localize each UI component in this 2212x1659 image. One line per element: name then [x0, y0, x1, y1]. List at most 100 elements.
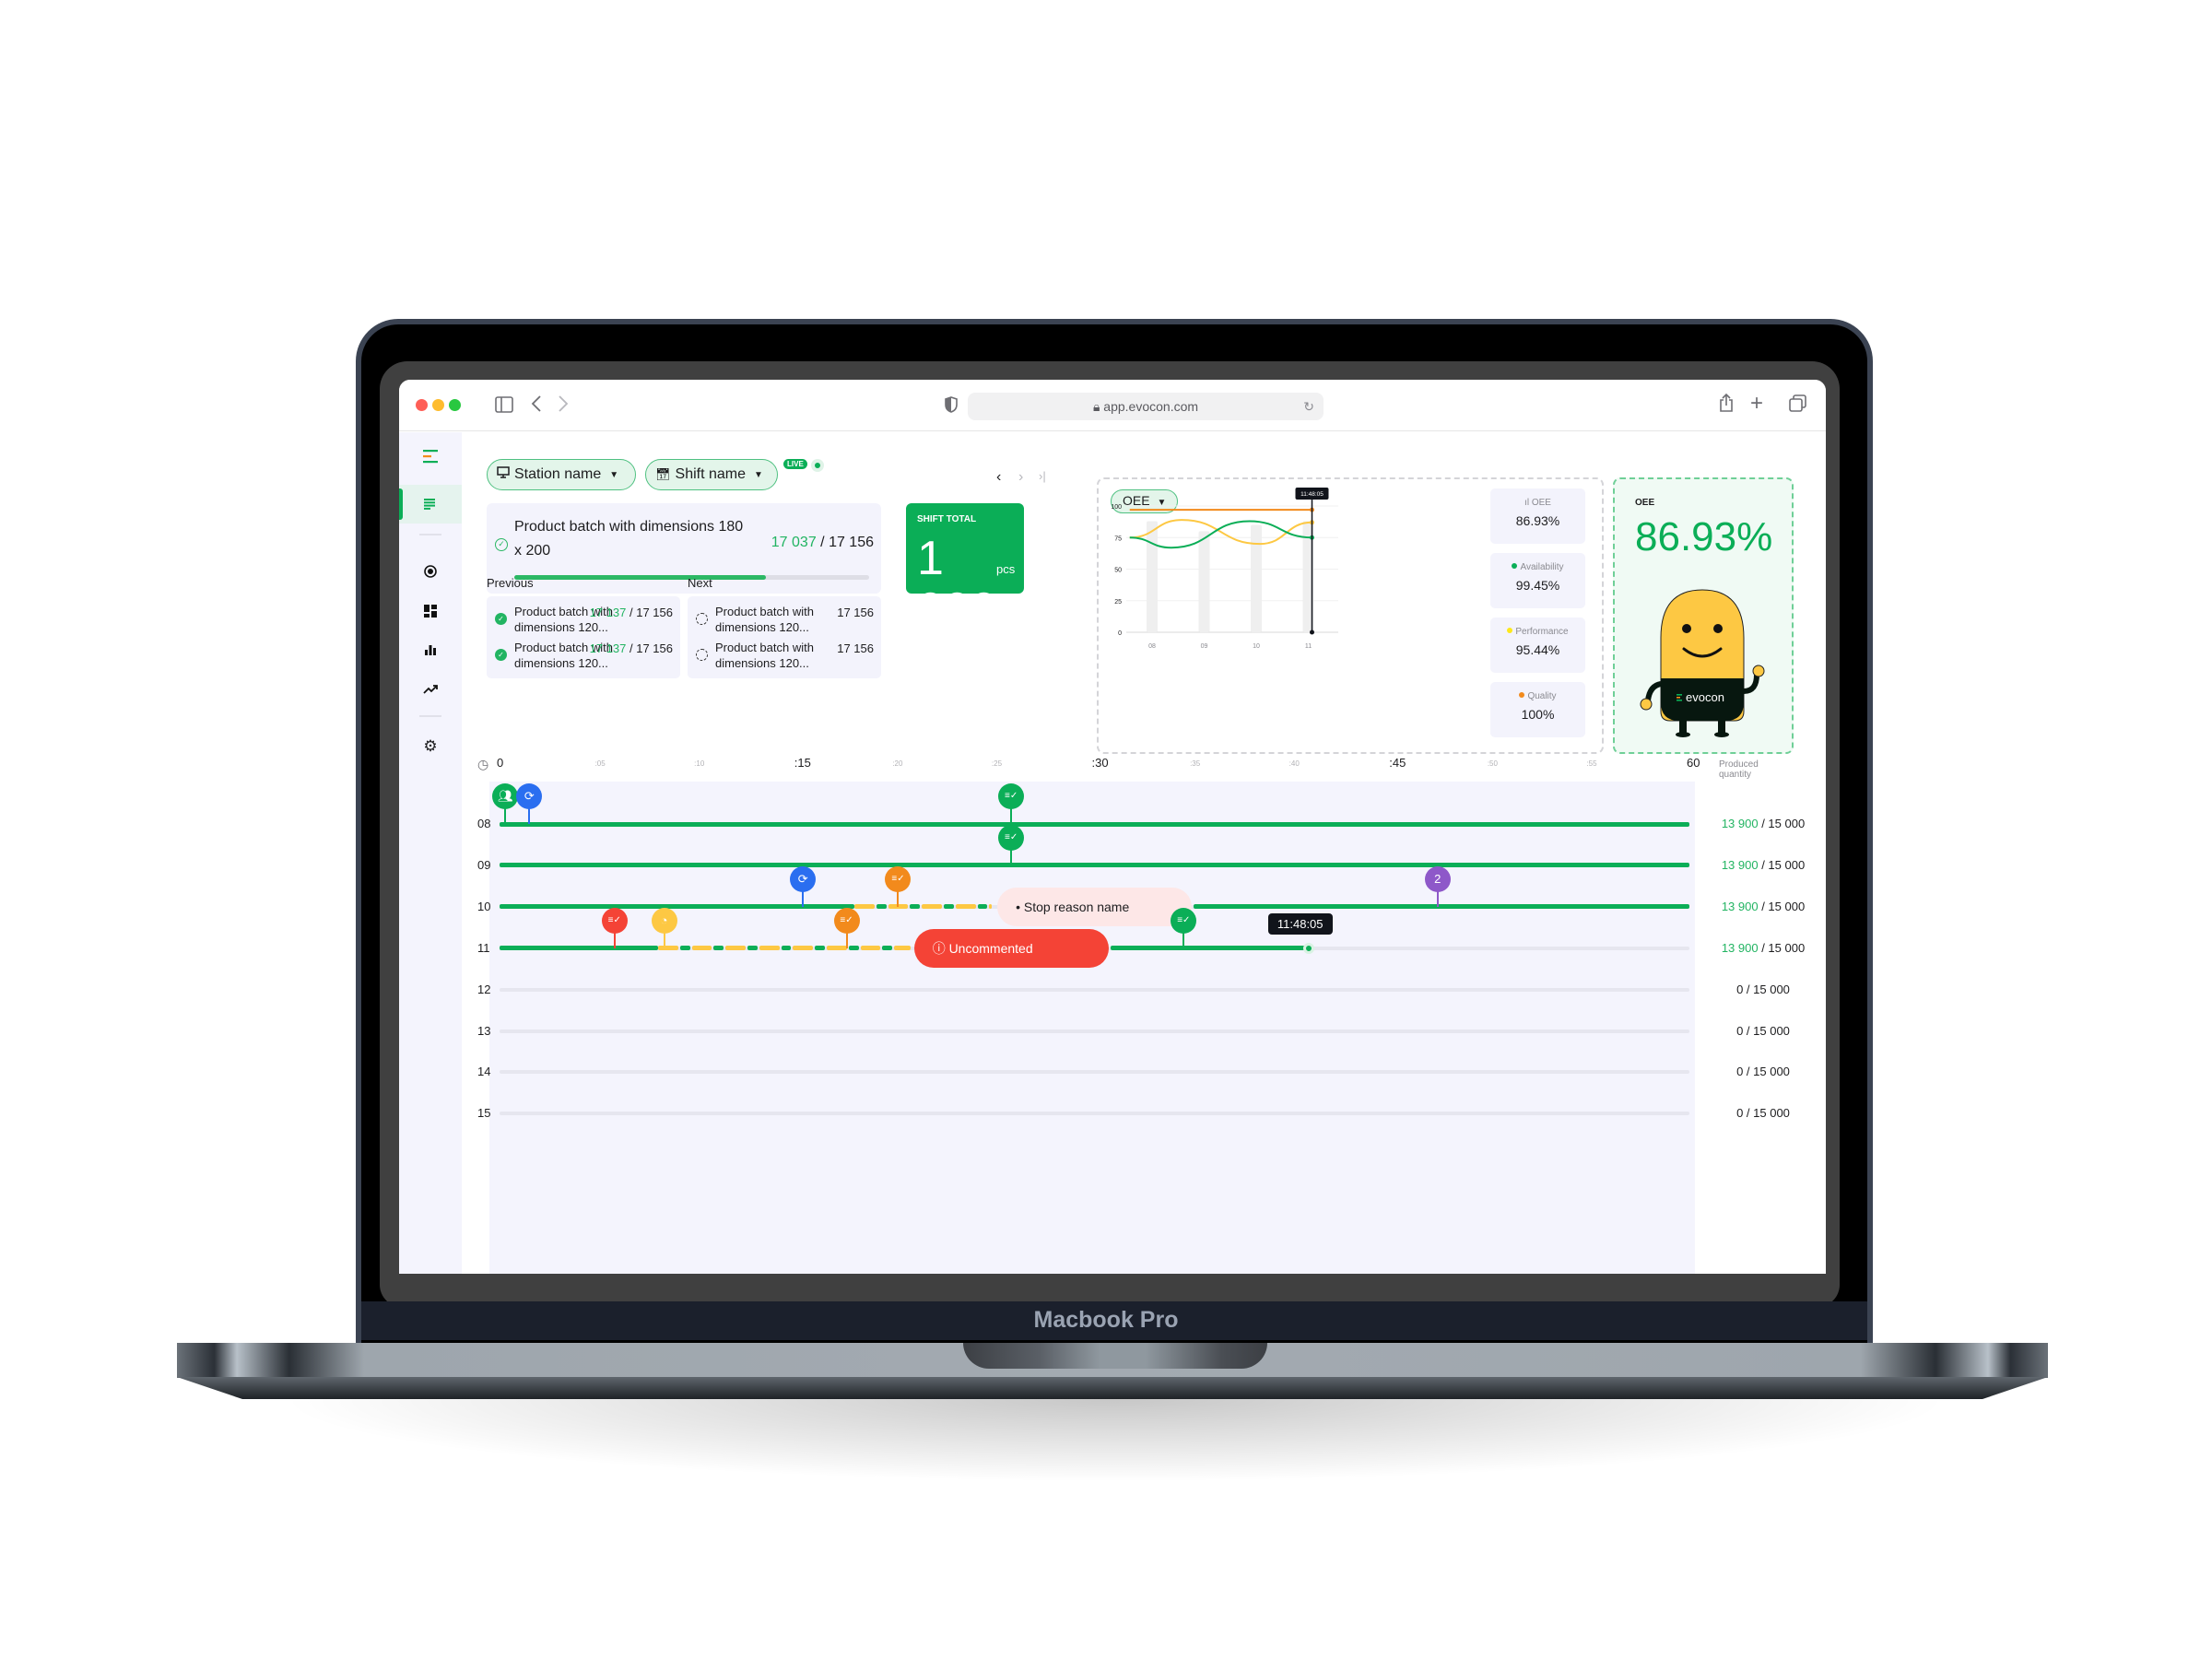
timeline-cursor-tooltip: 11:48:05	[1267, 912, 1333, 935]
running-segment[interactable]	[679, 946, 690, 951]
running-segment[interactable]	[1194, 904, 1689, 910]
timeline-track[interactable]	[500, 1029, 1689, 1033]
stop-reason-bubble[interactable]: • Stop reason name	[997, 887, 1192, 926]
running-segment[interactable]	[713, 946, 724, 951]
running-segment[interactable]	[876, 904, 887, 910]
sidebar-item-trends[interactable]	[399, 670, 462, 709]
zoom-window-button[interactable]	[449, 399, 461, 411]
laptop-mockup: Macbook Pro 🔒︎ app.evocon.com ↻ + ⚙ Stat…	[0, 0, 2212, 1659]
sidebar-divider	[419, 715, 441, 717]
timeline-tick-label: :35	[1190, 759, 1201, 768]
previous-batch-item[interactable]: ✓ Product batch with dimensions 120... 1…	[487, 632, 680, 678]
calendar-clock-icon: 📅︎	[655, 467, 671, 481]
back-icon[interactable]	[531, 394, 542, 417]
event-pin-note-icon[interactable]: ≡✓	[998, 783, 1025, 809]
sidebar-item-stations[interactable]	[399, 552, 462, 591]
current-batch-count: 17 037 / 17 156	[771, 535, 874, 550]
forward-icon[interactable]	[558, 394, 569, 417]
slow-segment[interactable]	[989, 904, 992, 910]
timeline-cursor-dot[interactable]	[1302, 942, 1314, 954]
app-sidebar: ⚙	[399, 432, 462, 1274]
lock-icon: 🔒︎	[1092, 399, 1100, 414]
mascot-brand-text: evocon	[1686, 690, 1724, 704]
sidebar-item-settings[interactable]: ⚙	[399, 727, 462, 766]
batch-count: 17 156	[837, 641, 874, 655]
produced-quantity: 13 900 / 15 000	[1721, 899, 1806, 913]
current-batch-card[interactable]: ✓ Product batch with dimensions 180 x 20…	[487, 503, 881, 594]
sidebar-divider	[419, 534, 441, 535]
shift-selector[interactable]: 📅︎ Shift name ▼	[645, 459, 778, 490]
event-pin-stem	[1436, 889, 1439, 907]
running-segment[interactable]	[747, 946, 758, 951]
slow-segment[interactable]	[759, 946, 780, 951]
shield-icon[interactable]	[945, 396, 958, 417]
sidebar-item-menu[interactable]	[399, 433, 462, 479]
minimize-window-button[interactable]	[432, 399, 444, 411]
slow-segment[interactable]	[827, 946, 847, 951]
timeline-track[interactable]	[500, 987, 1689, 992]
sidebar-item-production-view[interactable]	[399, 485, 462, 524]
sidebar-item-dashboards[interactable]	[399, 592, 462, 630]
slow-segment[interactable]	[658, 946, 678, 951]
event-pin-note-icon[interactable]: ≡✓	[601, 907, 628, 934]
slow-segment[interactable]	[860, 946, 881, 951]
sidebar-toggle-icon[interactable]	[495, 396, 513, 417]
slow-segment[interactable]	[955, 904, 976, 910]
next-batch-item[interactable]: Product batch with dimensions 120... 17 …	[688, 632, 881, 678]
previous-period-button[interactable]: ‹	[996, 469, 1001, 486]
availability-dot	[1512, 563, 1518, 569]
check-circle-icon: ✓	[495, 538, 508, 551]
event-pin-gauge-icon[interactable]: ◔	[651, 907, 677, 934]
slow-segment[interactable]	[793, 946, 814, 951]
slow-segment[interactable]	[894, 946, 911, 951]
timeline-track[interactable]	[500, 1070, 1689, 1075]
slow-segment[interactable]	[691, 946, 712, 951]
running-segment[interactable]	[910, 904, 921, 910]
address-bar[interactable]: 🔒︎ app.evocon.com ↻	[968, 393, 1324, 420]
running-segment[interactable]	[882, 946, 893, 951]
dashboard-icon	[424, 605, 437, 618]
uncommented-stop-bubble[interactable]: ⓘ Uncommented	[913, 928, 1109, 968]
produced-quantity: 0 / 15 000	[1736, 1065, 1790, 1079]
timeline-track[interactable]	[500, 1112, 1689, 1116]
jump-to-now-button[interactable]: ›|	[1039, 469, 1046, 483]
station-selector[interactable]: Station name ▼	[487, 459, 636, 490]
timeline-tick-label: :20	[892, 759, 903, 768]
evocon-mascot: evocon	[1640, 589, 1765, 737]
event-pin-2-icon[interactable]: 2	[1424, 865, 1451, 892]
close-window-button[interactable]	[416, 399, 428, 411]
reload-icon[interactable]: ↻	[1303, 393, 1314, 420]
produced-quantity: 0 / 15 000	[1736, 1106, 1790, 1121]
running-segment[interactable]	[977, 904, 988, 910]
event-pin-sync-icon[interactable]: ⟳	[790, 865, 817, 892]
running-segment[interactable]	[1110, 946, 1309, 951]
share-icon[interactable]	[1719, 393, 1734, 417]
new-tab-icon[interactable]: +	[1750, 393, 1763, 415]
next-period-button[interactable]: ›	[1018, 469, 1023, 486]
live-indicator-dot	[811, 459, 824, 472]
slow-segment[interactable]	[922, 904, 942, 910]
shift-name: Shift name	[675, 466, 746, 482]
running-segment[interactable]	[848, 946, 859, 951]
event-pin-stem	[1010, 807, 1013, 824]
timeline-track[interactable]	[500, 863, 1689, 868]
produced-quantity-header: Produced quantity	[1719, 759, 1759, 780]
running-segment[interactable]	[500, 946, 659, 951]
event-pin-note-icon[interactable]: ≡✓	[833, 907, 860, 934]
quality-dot	[1519, 692, 1525, 698]
running-segment[interactable]	[815, 946, 826, 951]
slow-segment[interactable]	[854, 904, 875, 910]
running-segment[interactable]	[781, 946, 792, 951]
row-hour-label: 11	[477, 940, 490, 955]
running-segment[interactable]	[500, 863, 1689, 868]
sidebar-item-reports[interactable]	[399, 630, 462, 669]
slow-segment[interactable]	[725, 946, 746, 951]
clock-icon: ◷	[477, 757, 489, 771]
running-segment[interactable]	[500, 821, 1689, 827]
timeline-tick-label: :05	[594, 759, 606, 768]
event-pin-note-icon[interactable]: ≡✓	[1171, 907, 1197, 934]
timeline-track[interactable]	[500, 821, 1689, 827]
running-segment[interactable]	[943, 904, 954, 910]
event-pin-note-icon[interactable]: ≡✓	[998, 824, 1025, 851]
tabs-overview-icon[interactable]	[1789, 394, 1807, 417]
